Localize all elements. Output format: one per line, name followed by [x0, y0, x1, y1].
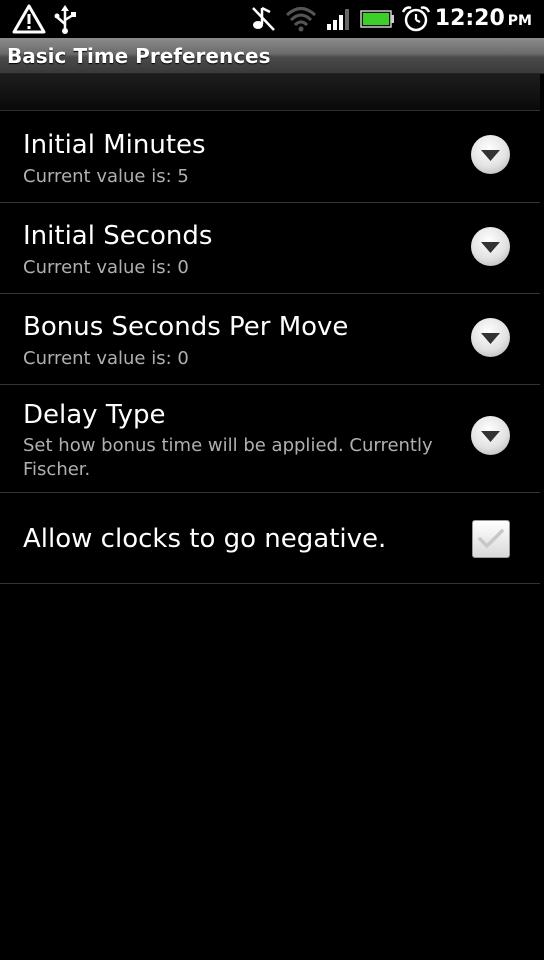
- pref-summary: Current value is: 0: [23, 348, 189, 369]
- pref-summary: Set how bonus time will be applied. Curr…: [23, 435, 433, 480]
- checkbox[interactable]: [472, 520, 510, 558]
- dropdown-arrow-icon[interactable]: [471, 318, 510, 357]
- pref-delay-type[interactable]: Delay Type Set how bonus time will be ap…: [0, 385, 540, 493]
- pref-title: Allow clocks to go negative.: [23, 524, 387, 554]
- title-bar: Basic Time Preferences: [0, 38, 544, 74]
- usb-icon: [52, 4, 78, 38]
- page-title: Basic Time Preferences: [7, 44, 271, 68]
- pref-initial-seconds[interactable]: Initial Seconds Current value is: 0: [0, 203, 540, 294]
- list-header-band: [0, 74, 540, 111]
- clock: 12:20 PM: [435, 6, 532, 31]
- pref-title: Initial Minutes: [23, 130, 206, 160]
- pref-summary: Current value is: 5: [23, 166, 189, 187]
- warning-icon: [12, 4, 46, 38]
- alarm-icon: [400, 4, 432, 38]
- clock-ampm: PM: [507, 13, 532, 29]
- clock-time: 12:20: [434, 6, 505, 31]
- pref-title: Bonus Seconds Per Move: [23, 312, 349, 342]
- dropdown-arrow-icon[interactable]: [471, 416, 510, 455]
- dropdown-arrow-icon[interactable]: [471, 227, 510, 266]
- pref-initial-minutes[interactable]: Initial Minutes Current value is: 5: [0, 111, 540, 203]
- no-music-icon: [250, 4, 278, 38]
- pref-title: Delay Type: [23, 400, 166, 430]
- signal-icon: [325, 4, 353, 38]
- status-bar: 12:20 PM: [0, 0, 544, 38]
- preferences-list: Initial Minutes Current value is: 5 Init…: [0, 111, 540, 584]
- pref-title: Initial Seconds: [23, 221, 213, 251]
- battery-icon: [360, 4, 396, 38]
- pref-allow-negative[interactable]: Allow clocks to go negative.: [0, 493, 540, 584]
- wifi-icon: [284, 4, 318, 38]
- pref-bonus-seconds[interactable]: Bonus Seconds Per Move Current value is:…: [0, 294, 540, 385]
- checkmark-icon: [478, 529, 504, 548]
- pref-summary: Current value is: 0: [23, 257, 189, 278]
- dropdown-arrow-icon[interactable]: [471, 135, 510, 174]
